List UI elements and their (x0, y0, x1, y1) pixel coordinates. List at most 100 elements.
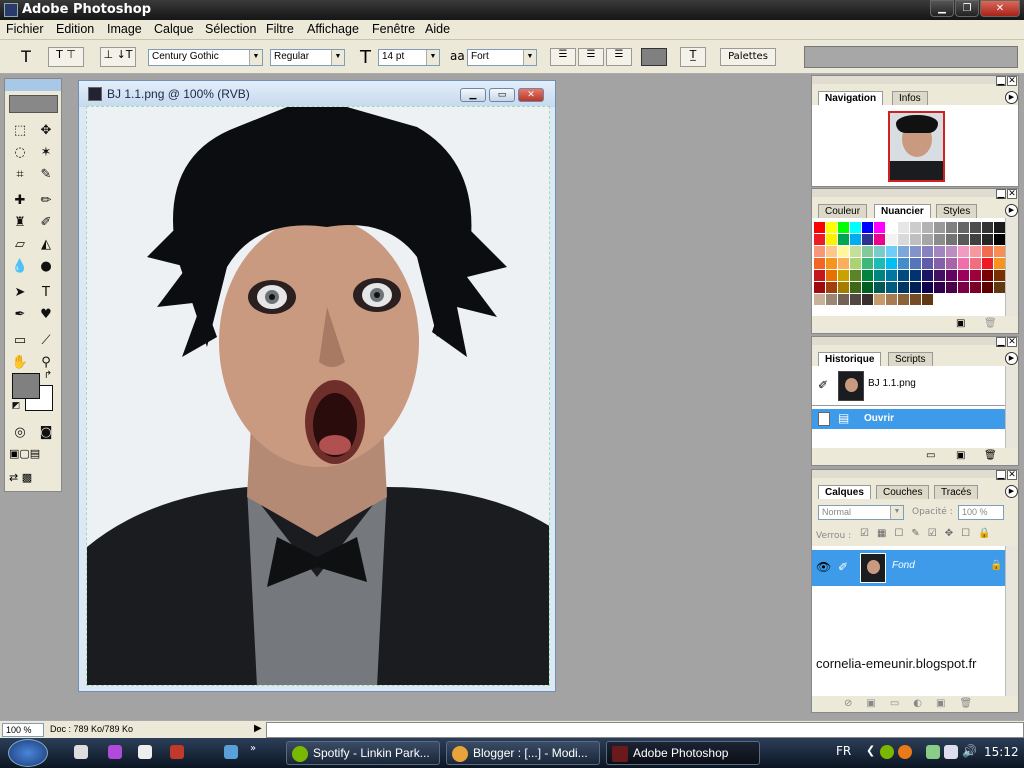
color-swatch[interactable] (910, 282, 921, 293)
color-swatch[interactable] (874, 270, 885, 281)
horizontal-text-toggle[interactable]: T ⊤ (48, 47, 84, 67)
menu-edition[interactable]: Edition (56, 22, 94, 36)
color-swatch[interactable] (934, 258, 945, 269)
color-swatch[interactable] (862, 258, 873, 269)
adobe-online-icon[interactable] (9, 95, 58, 113)
panel-minimize-icon[interactable]: ▁ (996, 470, 1006, 480)
panel-header[interactable] (812, 76, 1018, 84)
menu-filtre[interactable]: Filtre (266, 22, 294, 36)
color-swatch[interactable] (838, 258, 849, 269)
color-swatch[interactable] (922, 270, 933, 281)
color-swatch[interactable] (862, 246, 873, 257)
color-swatch[interactable] (958, 282, 969, 293)
quicklaunch-icon[interactable] (138, 745, 152, 759)
menu-calque[interactable]: Calque (154, 22, 194, 36)
color-swatch[interactable] (922, 234, 933, 245)
panel-close-icon[interactable]: ✕ (1007, 76, 1017, 86)
quick-mask-mode-icon[interactable]: ◙ (35, 423, 57, 443)
color-swatch[interactable] (814, 282, 825, 293)
paint-bucket-tool-icon[interactable]: ◭ (35, 235, 57, 255)
color-swatch[interactable] (898, 270, 909, 281)
color-swatch[interactable] (862, 234, 873, 245)
history-source-box[interactable] (818, 412, 830, 426)
warp-text-icon[interactable]: T̲ (680, 47, 706, 67)
color-swatch[interactable] (994, 258, 1005, 269)
color-swatch[interactable] (946, 294, 957, 305)
panel-menu-arrow-icon[interactable]: ▶ (1005, 91, 1018, 104)
history-brush-tool-icon[interactable]: ✐ (35, 213, 57, 233)
quicklaunch-icon[interactable] (224, 745, 238, 759)
color-swatch[interactable] (934, 270, 945, 281)
color-swatch[interactable] (910, 234, 921, 245)
color-swatch[interactable] (946, 282, 957, 293)
pen-tool-icon[interactable]: ✒ (9, 305, 31, 325)
color-swatch[interactable] (982, 246, 993, 257)
color-swatch[interactable] (874, 258, 885, 269)
align-center-button[interactable]: ☰ (578, 48, 604, 66)
color-swatch[interactable] (874, 234, 885, 245)
eyedropper-tool-icon[interactable]: ⟋ (35, 331, 57, 351)
tab-couches[interactable]: Couches (876, 485, 930, 499)
color-swatch[interactable] (850, 270, 861, 281)
color-swatch[interactable] (886, 222, 897, 233)
trash-icon[interactable]: 🗑 (984, 450, 997, 461)
color-swatch[interactable] (910, 270, 921, 281)
brush-tool-icon[interactable]: ✏ (35, 191, 57, 211)
color-swatch[interactable] (850, 282, 861, 293)
path-selection-tool-icon[interactable]: ➤ (9, 283, 31, 303)
color-swatch[interactable] (814, 270, 825, 281)
color-swatch[interactable] (982, 294, 993, 305)
panel-close-icon[interactable]: ✕ (1007, 337, 1017, 347)
lock-icons[interactable]: ☑▦☐✎☑✥☐🔒 (860, 528, 999, 539)
color-swatch[interactable] (994, 282, 1005, 293)
menu-aide[interactable]: Aide (425, 22, 450, 36)
tray-expand-icon[interactable]: ❮ (866, 744, 875, 757)
palettes-button[interactable]: Palettes (720, 48, 776, 66)
color-swatch[interactable] (958, 258, 969, 269)
color-swatch[interactable] (994, 294, 1005, 305)
color-swatch[interactable] (946, 222, 957, 233)
color-swatch[interactable] (922, 282, 933, 293)
color-swatch[interactable] (910, 246, 921, 257)
color-swatch[interactable] (826, 222, 837, 233)
healing-brush-tool-icon[interactable]: ✚ (9, 191, 31, 211)
menu-affichage[interactable]: Affichage (307, 22, 359, 36)
foreground-color-swatch[interactable] (12, 373, 40, 399)
color-swatch[interactable] (970, 282, 981, 293)
color-swatch[interactable] (910, 222, 921, 233)
color-swatch[interactable] (958, 270, 969, 281)
marquee-tool-icon[interactable]: ⬚ (9, 121, 31, 141)
color-swatch[interactable] (850, 222, 861, 233)
color-swatch[interactable] (814, 234, 825, 245)
color-swatch[interactable] (970, 258, 981, 269)
tray-icon[interactable] (926, 745, 940, 759)
doc-maximize-button[interactable]: ▭ (489, 88, 515, 102)
color-swatch[interactable] (898, 246, 909, 257)
document-title-bar[interactable]: BJ 1.1.png @ 100% (RVB) ▁ ▭ ✕ (79, 81, 555, 107)
color-swatch[interactable] (874, 282, 885, 293)
zoom-field[interactable]: 100 % (2, 723, 44, 737)
close-button[interactable]: ✕ (980, 0, 1020, 17)
eraser-tool-icon[interactable]: ▱ (9, 235, 31, 255)
standard-mode-icon[interactable]: ◎ (9, 423, 31, 443)
new-swatch-icon[interactable]: ▣ (956, 318, 965, 329)
color-swatch[interactable] (922, 258, 933, 269)
clone-stamp-tool-icon[interactable]: ♜ (9, 213, 31, 233)
new-document-from-state-icon[interactable]: ▭ (926, 450, 935, 461)
color-swatch[interactable] (838, 282, 849, 293)
color-swatch[interactable] (814, 294, 825, 305)
color-swatch[interactable] (874, 294, 885, 305)
tools-panel-header[interactable] (5, 79, 61, 91)
notes-tool-icon[interactable]: ▭ (9, 331, 31, 351)
color-swatch[interactable] (898, 258, 909, 269)
blend-mode-select[interactable]: Normal ▼ (818, 505, 904, 520)
color-swatch[interactable] (850, 258, 861, 269)
color-swatch[interactable] (970, 294, 981, 305)
color-swatch[interactable] (910, 258, 921, 269)
color-swatch[interactable] (838, 222, 849, 233)
color-swatch[interactable] (934, 222, 945, 233)
color-swatch[interactable] (982, 234, 993, 245)
color-swatch[interactable] (946, 258, 957, 269)
layer-row-fond[interactable]: 👁 ✐ Fond 🔒 (812, 550, 1005, 586)
color-swatch[interactable] (934, 234, 945, 245)
